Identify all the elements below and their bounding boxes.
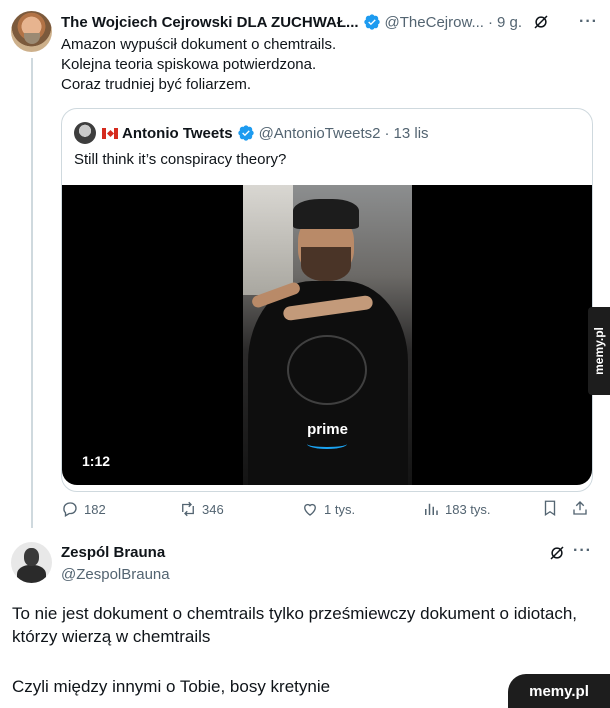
- share-icon[interactable]: [571, 499, 589, 517]
- tweet-header: The Wojciech Cejrowski DLA ZUCHWAŁ... @T…: [61, 12, 598, 32]
- author-name[interactable]: The Wojciech Cejrowski DLA ZUCHWAŁ...: [61, 14, 359, 31]
- reply-icon: [63, 502, 77, 517]
- tweet-paragraph: Czyli między innymi o Tobie, bosy kretyn…: [12, 677, 331, 696]
- tweet-text-line: Kolejna teoria spiskowa potwierdzona.: [61, 56, 317, 73]
- quoted-tweet-text: Still think it’s conspiracy theory?: [74, 151, 287, 168]
- tweet-paragraph: To nie jest dokument o chemtrails tylko …: [12, 604, 578, 646]
- reply-button[interactable]: 182: [61, 499, 106, 519]
- retweet-count: 346: [202, 501, 224, 517]
- views-count: 183 tys.: [445, 501, 491, 517]
- watermark-corner: memy.pl: [508, 674, 610, 708]
- avatar[interactable]: [11, 11, 52, 52]
- author-name[interactable]: Zespól Brauna: [61, 544, 165, 561]
- grok-icon[interactable]: [532, 13, 550, 31]
- verified-badge-icon: [363, 14, 380, 30]
- video-duration: 1:12: [82, 453, 111, 469]
- tweet-actions: 182 346 1 tys. 183 tys.: [61, 499, 593, 519]
- thread-connector: [31, 58, 33, 528]
- tweet-text-line: Coraz trudniej być foliarzem.: [61, 76, 252, 93]
- video-thumbnail: prime: [243, 185, 412, 485]
- grok-icon[interactable]: [548, 544, 566, 562]
- avatar[interactable]: [11, 542, 52, 583]
- retweet-button[interactable]: 346: [179, 499, 224, 519]
- prime-smile-icon: [307, 439, 347, 449]
- like-button[interactable]: 1 tys.: [301, 499, 355, 519]
- separator-dot: ·: [487, 13, 493, 31]
- tweet-text-line: Amazon wypuścił dokument o chemtrails.: [61, 36, 337, 53]
- verified-badge-icon: [237, 125, 254, 141]
- quoted-timestamp[interactable]: 13 lis: [394, 125, 429, 142]
- author-handle[interactable]: @TheCejrow...: [385, 14, 484, 31]
- tweet-main[interactable]: The Wojciech Cejrowski DLA ZUCHWAŁ... @T…: [0, 0, 610, 528]
- reply-count: 182: [84, 501, 106, 517]
- timestamp[interactable]: 9 g.: [497, 14, 522, 31]
- author-handle[interactable]: @ZespolBrauna: [61, 566, 170, 583]
- tweet-text: To nie jest dokument o chemtrails tylko …: [12, 602, 592, 698]
- bookmark-icon[interactable]: [541, 499, 559, 517]
- retweet-icon: [182, 501, 194, 517]
- more-options-icon[interactable]: ···: [579, 13, 598, 31]
- heart-icon: [304, 503, 316, 516]
- quoted-tweet-header: Antonio Tweets @AntonioTweets2 · 13 lis: [74, 122, 429, 144]
- prime-logo: prime: [307, 421, 348, 438]
- quoted-author-name[interactable]: Antonio Tweets: [122, 125, 233, 142]
- video-player[interactable]: prime 1:12: [62, 185, 592, 485]
- quoted-tweet[interactable]: Antonio Tweets @AntonioTweets2 · 13 lis …: [61, 108, 593, 492]
- like-count: 1 tys.: [324, 501, 356, 517]
- canada-flag-icon: [102, 127, 118, 139]
- more-options-icon[interactable]: ···: [573, 542, 592, 560]
- views-icon: [425, 503, 438, 515]
- views-button[interactable]: 183 tys.: [422, 499, 491, 519]
- watermark-side: memy.pl: [588, 307, 610, 395]
- tweet-text: Amazon wypuścił dokument o chemtrails. K…: [61, 35, 581, 95]
- quoted-author-handle[interactable]: @AntonioTweets2: [259, 125, 381, 142]
- separator-dot: ·: [384, 124, 390, 142]
- quoted-avatar[interactable]: [74, 122, 96, 144]
